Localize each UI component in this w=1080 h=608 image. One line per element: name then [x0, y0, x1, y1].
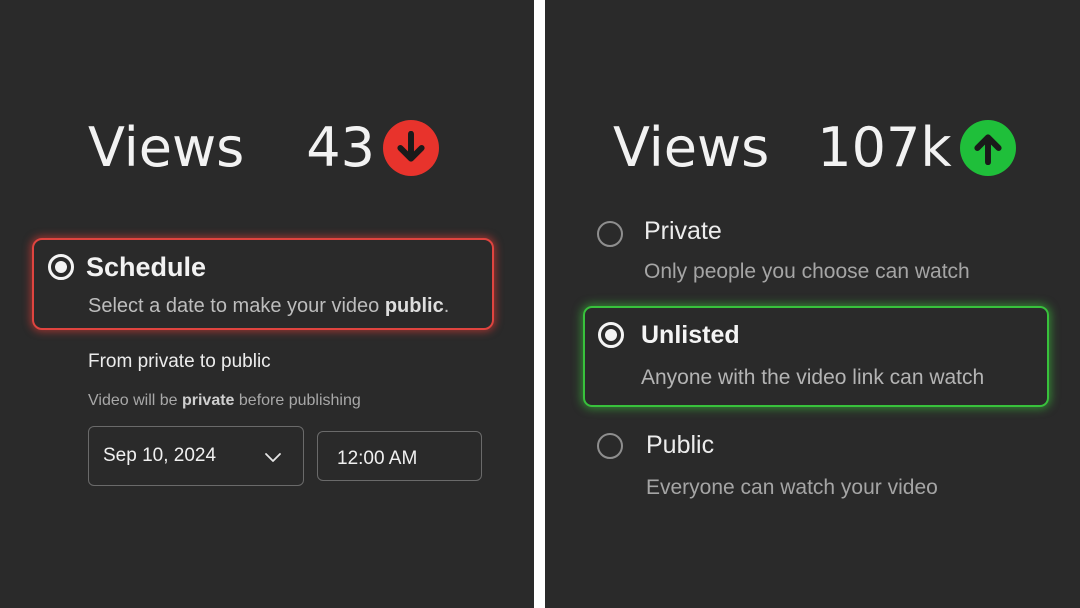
private-option-title[interactable]: Private: [644, 217, 722, 246]
views-count: 107k: [817, 116, 952, 179]
arrow-down-icon: [383, 120, 439, 176]
public-radio[interactable]: [597, 433, 623, 459]
private-option-description: Only people you choose can watch: [644, 260, 970, 283]
chevron-down-icon: [265, 453, 281, 462]
time-value: 12:00 AM: [337, 448, 418, 469]
schedule-desc-prefix: Select a date to make your video: [88, 295, 385, 317]
private-note: Video will be private before publishing: [88, 392, 361, 410]
views-stat-after: Views 107k: [613, 112, 1016, 184]
date-value: Sep 10, 2024: [103, 445, 217, 466]
arrow-up-icon: [959, 120, 1016, 176]
views-label: Views: [613, 116, 770, 179]
views-label: Views: [88, 116, 245, 179]
from-private-label: From private to public: [88, 351, 271, 372]
private-note-prefix: Video will be: [88, 392, 182, 409]
views-count: 43: [306, 116, 375, 179]
private-radio[interactable]: [597, 221, 623, 247]
date-dropdown[interactable]: Sep 10, 2024: [88, 426, 304, 486]
unlisted-option-title[interactable]: Unlisted: [641, 321, 740, 350]
schedule-description: Select a date to make your video public.: [88, 295, 449, 318]
schedule-desc-bold: public: [384, 295, 444, 317]
private-note-bold: private: [181, 392, 235, 409]
schedule-option[interactable]: Schedule Select a date to make your vide…: [32, 238, 494, 330]
public-option-description: Everyone can watch your video: [646, 476, 938, 499]
before-panel: Views 43 Schedule Select a date to make …: [0, 0, 534, 608]
views-stat-before: Views 43: [88, 112, 439, 184]
schedule-radio[interactable]: [48, 254, 74, 280]
private-note-suffix: before publishing: [234, 392, 361, 409]
schedule-title: Schedule: [86, 252, 207, 282]
unlisted-radio[interactable]: [598, 322, 624, 348]
public-option-title[interactable]: Public: [646, 431, 714, 460]
time-input[interactable]: 12:00 AM: [317, 431, 482, 481]
schedule-desc-suffix: .: [443, 295, 450, 317]
unlisted-option-description: Anyone with the video link can watch: [641, 366, 985, 389]
after-panel: Views 107k Private Only people you choos…: [545, 0, 1080, 608]
